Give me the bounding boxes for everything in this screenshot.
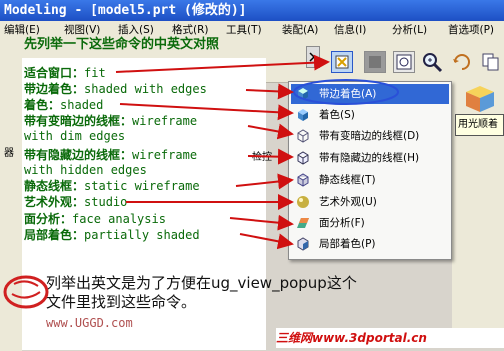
menu-info[interactable]: 信息(I) [334, 21, 366, 40]
side-label: 器 [4, 148, 14, 159]
stamp-logo [3, 275, 49, 309]
site-footer: 三维网www.3dportal.cn [276, 328, 504, 348]
shaded-cube-icon [298, 109, 308, 121]
zoom-box-button[interactable] [393, 51, 415, 73]
menu-analysis[interactable]: 分析(L) [392, 21, 427, 40]
menu-item-static-wireframe[interactable]: 静态线框(T) [291, 170, 449, 190]
fit-button[interactable] [331, 51, 353, 73]
toolbar-overflow-button[interactable] [306, 46, 320, 68]
annotation-dim-wireframe-cont: with dim edges [24, 129, 126, 143]
hidden-wireframe-cube-icon [297, 151, 309, 165]
window-title: Modeling - [model5.prt (修改的)] [4, 3, 247, 18]
annotation-shaded-edges: 带边着色：shaded with edges [24, 82, 207, 96]
shaded-cube-icon [466, 86, 494, 112]
zoom-box-icon [396, 54, 412, 70]
annotation-partial-shade: 局部着色：partially shaded [24, 228, 200, 242]
watermark: www.UGGD.com [46, 316, 133, 330]
annotation-shaded: 着色：shaded [24, 98, 104, 112]
menu-item-hidden-wireframe[interactable]: 带有隐藏边的线框(H) [291, 148, 449, 168]
rotate-icon [453, 54, 470, 70]
menu-preferences[interactable]: 首选项(P) [448, 21, 494, 40]
static-wireframe-cube-icon [297, 173, 309, 187]
annotation-static-wireframe: 静态线框：static wireframe [24, 179, 200, 193]
zoom-window-icon [369, 56, 381, 68]
partial-shade-cube-icon [297, 237, 309, 251]
note-line-1: 列举出英文是为了方便在ug_view_popup这个 [46, 274, 357, 292]
side-label-check: 检控 [252, 152, 272, 163]
annotation-hidden-wireframe: 带有隐藏边的线框：wireframe [24, 148, 198, 162]
menu-item-shaded-edges[interactable]: 带边着色(A) [291, 84, 449, 104]
menu-item-studio[interactable]: 艺术外观(U) [291, 192, 449, 212]
annotation-face-analysis: 面分析：face analysis [24, 212, 166, 226]
annotation-fit: 适合窗口：fit [24, 66, 106, 80]
annotation-dim-wireframe: 带有变暗边的线框：wireframe [24, 114, 198, 128]
magnifier-icon [423, 53, 443, 73]
zoom-window-button[interactable] [364, 51, 386, 73]
menu-item-shaded[interactable]: 着色(S) [291, 105, 449, 125]
tooltip: 用光顺着 [455, 114, 504, 136]
annotation-heading: 先列举一下这些命令的中英文对照 [24, 37, 220, 52]
fit-icon [335, 55, 349, 69]
annotation-studio: 艺术外观：studio [24, 195, 128, 209]
zoom-button[interactable] [421, 51, 443, 73]
menu-item-face-analysis[interactable]: 面分析(F) [291, 213, 449, 233]
view-popup-menu: 带边着色(A) 着色(S) 带有变暗边的线框(D) 带有隐藏边的线框(H) 静态… [288, 81, 452, 260]
menu-item-dim-wireframe[interactable]: 带有变暗边的线框(D) [291, 126, 449, 146]
annotation-hidden-wireframe-cont: with hidden edges [24, 163, 147, 177]
rotate-button[interactable] [451, 51, 473, 73]
title-bar: Modeling - [model5.prt (修改的)] [0, 0, 504, 21]
menu-tools[interactable]: 工具(T) [226, 21, 262, 40]
chevron-right-icon [309, 52, 316, 62]
shaded-edges-cube-icon [298, 88, 308, 100]
menu-item-partial-shade[interactable]: 局部着色(P) [291, 234, 449, 254]
note-text: 列举出英文是为了方便在ug_view_popup这个 文件里找到这些命令。 [46, 274, 357, 312]
copy-button[interactable] [480, 51, 502, 73]
menu-assembly[interactable]: 装配(A) [282, 21, 318, 40]
note-line-2: 文件里找到这些命令。 [46, 293, 197, 311]
face-analysis-icon [297, 218, 309, 228]
copy-icon [482, 53, 499, 71]
dim-wireframe-cube-icon [297, 129, 309, 143]
left-panel: 器 [0, 82, 22, 351]
studio-sphere-icon [297, 196, 309, 208]
